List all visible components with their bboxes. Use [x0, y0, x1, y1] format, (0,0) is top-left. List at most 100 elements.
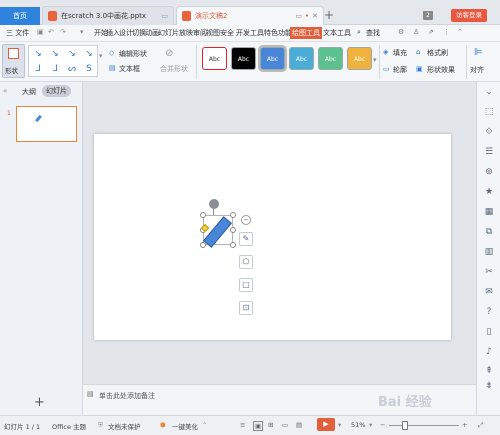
nav-up-icon[interactable]: ⇞ — [483, 365, 495, 377]
format-brush-button[interactable]: 格式刷 — [427, 48, 448, 58]
tab-file1[interactable]: 在scratch 3.0中画花.pptx ▭ — [42, 6, 174, 25]
transition-icon[interactable]: ⧉ — [483, 226, 495, 238]
menu-insert[interactable]: 插入 — [106, 28, 120, 38]
login-button[interactable]: 访客登录 — [451, 9, 487, 22]
window-count-badge[interactable]: 2 — [423, 11, 433, 20]
file-menu[interactable]: 三 文件 — [6, 28, 29, 38]
style-preset-black[interactable]: Abc — [231, 47, 256, 70]
connector-icon[interactable]: ᒧ — [47, 62, 63, 76]
properties-icon[interactable]: ☰ — [483, 146, 495, 158]
play-dropdown-icon[interactable]: ▾ — [338, 421, 341, 429]
style-gallery-scroll-icon[interactable]: ▾ — [373, 56, 377, 64]
add-slide-icon[interactable]: + — [34, 395, 45, 410]
slide[interactable]: − ✎ ⬠ ▢ ⊡ — [94, 134, 451, 340]
monitor-icon[interactable]: ▭ — [295, 12, 302, 20]
collapse-ribbon-icon[interactable]: ⌃ — [457, 28, 463, 36]
text-box-button[interactable]: 文本框 — [119, 64, 140, 74]
resize-handle[interactable] — [230, 212, 236, 218]
outline-view-icon[interactable]: ▤ — [296, 421, 302, 429]
style-preset-green[interactable]: Abc — [318, 47, 343, 70]
share-icon[interactable]: ⇗ — [428, 28, 434, 36]
menu-animation[interactable]: 动画 — [145, 28, 159, 38]
style-preset-white[interactable]: Abc — [202, 47, 227, 70]
style-preset-blue[interactable]: Abc — [258, 45, 287, 72]
edit-shape-button[interactable]: 编辑形状 — [119, 49, 147, 59]
menu-design[interactable]: 设计 — [119, 28, 133, 38]
location-icon[interactable]: ⊚ — [483, 166, 495, 178]
chart-icon[interactable]: ▥ — [483, 246, 495, 258]
menu-slideshow[interactable]: 幻灯片放映 — [158, 28, 193, 38]
style-preset-cyan[interactable]: Abc — [289, 47, 314, 70]
menu-view[interactable]: 视图 — [206, 28, 220, 38]
nav-down-icon[interactable]: ⇟ — [483, 380, 495, 392]
pen-icon[interactable]: ✎ — [239, 232, 253, 246]
redo-icon[interactable]: ↷ — [60, 28, 66, 36]
zoom-in-icon[interactable]: + — [462, 421, 467, 429]
close-tab-icon[interactable]: ✕ — [312, 12, 318, 20]
connector-icon[interactable]: ᒧ — [30, 62, 46, 76]
dropdown-icon[interactable]: ▾ — [80, 28, 84, 36]
theme-name[interactable]: Office 主题 — [52, 421, 86, 431]
menu-drawing-tools[interactable]: 绘图工具 — [290, 27, 322, 39]
tab-slides[interactable]: 幻灯片 — [42, 85, 71, 97]
sidebar-collapse-icon[interactable]: ⌄ — [483, 86, 495, 98]
zoom-dropdown-icon[interactable]: ▾ — [369, 421, 372, 429]
line-arrow-icon[interactable]: ↘ — [47, 47, 63, 61]
line-arrow-icon[interactable]: ↘ — [81, 47, 97, 61]
help-icon[interactable]: ? — [483, 306, 495, 318]
resize-handle[interactable] — [230, 242, 236, 248]
shape-effect-button[interactable]: 形状效果 — [427, 65, 455, 75]
animation-icon[interactable]: ★ — [483, 186, 495, 198]
chevron-up-icon[interactable]: ⌃ — [202, 421, 207, 429]
zoom-slider-track[interactable] — [389, 425, 459, 426]
select-icon[interactable]: ⬚ — [483, 106, 495, 118]
protect-status[interactable]: 文档未保护 — [108, 421, 141, 431]
beautify-button[interactable]: 一键美化 — [172, 421, 198, 431]
search-icon[interactable]: ⌕ — [357, 28, 361, 37]
merge-shape-button[interactable]: 合并形状 — [160, 64, 188, 74]
settings-icon[interactable]: ⚙ — [398, 28, 404, 36]
tab-file2[interactable]: 演示文稿2 ▭ • ✕ — [176, 6, 324, 25]
search-button[interactable]: 查找 — [366, 28, 380, 38]
collapse-toolbar-icon[interactable]: − — [241, 215, 251, 225]
doc-icon[interactable]: ▯ — [483, 326, 495, 338]
image-icon[interactable]: ⊡ — [239, 301, 253, 315]
gallery-scroll-icon[interactable]: ▾ — [99, 52, 103, 60]
tab-home[interactable]: 首页 — [0, 7, 40, 25]
zoom-level[interactable]: 51% — [351, 421, 365, 429]
style-preset-orange[interactable]: Abc — [347, 47, 372, 70]
zoom-out-icon[interactable]: − — [380, 421, 385, 429]
line-arrow-icon[interactable]: ↘ — [64, 47, 80, 61]
menu-security[interactable]: 安全 — [220, 28, 234, 38]
menu-review[interactable]: 审阅 — [193, 28, 207, 38]
resize-handle[interactable] — [200, 242, 206, 248]
menu-text-tools[interactable]: 文本工具 — [323, 28, 351, 38]
person-icon[interactable]: ♙ — [413, 28, 419, 36]
comment-icon[interactable]: ✉ — [483, 286, 495, 298]
rotate-handle[interactable] — [209, 199, 219, 209]
menu-dev-tools[interactable]: 开发工具 — [236, 28, 264, 38]
line-arrow-icon[interactable]: ↘ — [30, 47, 46, 61]
connector-icon[interactable]: ᔕ — [64, 62, 80, 76]
sorter-view-icon[interactable]: ⊞ — [268, 421, 273, 429]
more-icon[interactable]: ⋮ — [443, 28, 450, 36]
play-slideshow-icon[interactable]: ▶ — [317, 418, 335, 431]
zoom-slider-thumb[interactable] — [402, 421, 408, 430]
menu-features[interactable]: 特色功能 — [264, 28, 292, 38]
fit-window-icon[interactable]: ⤢ — [478, 421, 483, 430]
tab-outline[interactable]: 大纲 — [22, 87, 36, 97]
align-button[interactable]: 对齐 — [470, 65, 484, 75]
grid-icon[interactable]: ▦ — [483, 206, 495, 218]
monitor-icon[interactable]: ▭ — [161, 12, 168, 20]
outline-button[interactable]: 轮廓 — [393, 65, 407, 75]
volume-icon[interactable]: ♪ — [483, 346, 495, 358]
collapse-panel-icon[interactable]: « — [3, 87, 7, 95]
new-tab-button[interactable]: + — [322, 8, 336, 22]
normal-view-icon[interactable]: ▣ — [253, 421, 264, 431]
style-icon[interactable]: ⟐ — [483, 126, 495, 138]
clip-icon[interactable]: ✂ — [483, 266, 495, 278]
fill-bucket-icon[interactable]: ⬠ — [239, 255, 253, 269]
notes-toggle-icon[interactable]: ≡ — [240, 421, 245, 429]
undo-icon[interactable]: ↶ — [48, 28, 54, 36]
menu-transition[interactable]: 切换 — [132, 28, 146, 38]
